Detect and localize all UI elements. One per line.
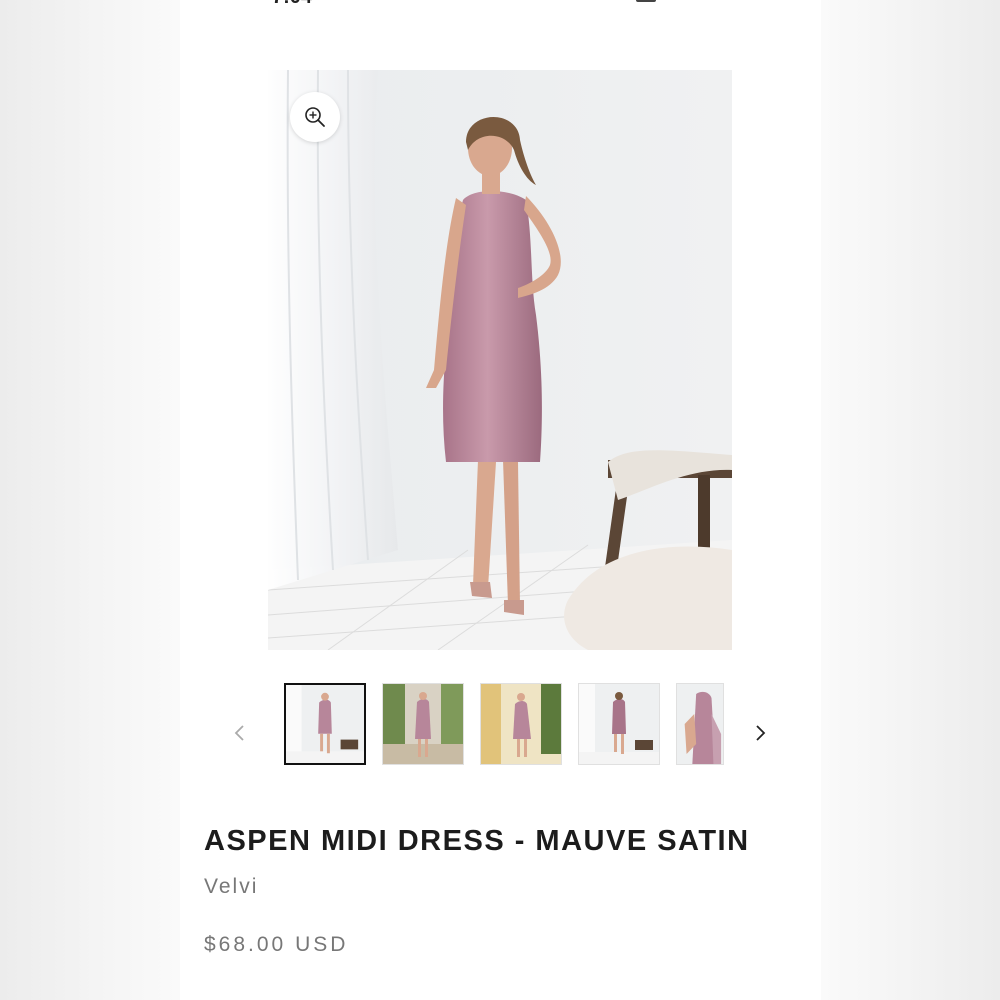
product-photo [268, 70, 732, 650]
zoom-button[interactable] [290, 92, 340, 142]
thumbnail-1[interactable] [284, 683, 366, 765]
zoom-in-icon [305, 107, 325, 127]
thumbnail-3[interactable] [480, 683, 562, 765]
status-bar: 7:04 [180, 0, 821, 9]
thumbnail-image [383, 684, 463, 764]
thumbnail-image [481, 684, 561, 764]
previous-thumbnail-button[interactable] [228, 721, 252, 745]
signal-icon [636, 0, 656, 2]
next-thumbnail-button[interactable] [748, 721, 772, 745]
chevron-left-icon [234, 725, 244, 741]
status-time: 7:04 [272, 0, 312, 9]
chevron-right-icon [756, 725, 766, 741]
product-title: ASPEN MIDI DRESS - MAUVE SATIN [204, 825, 750, 857]
blurred-backdrop-right [820, 0, 1000, 1000]
product-main-image[interactable] [268, 70, 732, 650]
product-price: $68.00 USD [204, 933, 349, 956]
thumbnail-5[interactable] [676, 683, 724, 765]
thumbnail-carousel [180, 683, 821, 767]
thumbnail-image [579, 684, 659, 764]
thumbnail-image [286, 685, 364, 763]
blurred-backdrop-left [0, 0, 180, 1000]
thumbnail-4[interactable] [578, 683, 660, 765]
product-vendor[interactable]: Velvi [204, 875, 258, 899]
thumbnail-image [677, 684, 723, 764]
product-page: 7:04 [180, 0, 821, 1000]
thumbnail-2[interactable] [382, 683, 464, 765]
